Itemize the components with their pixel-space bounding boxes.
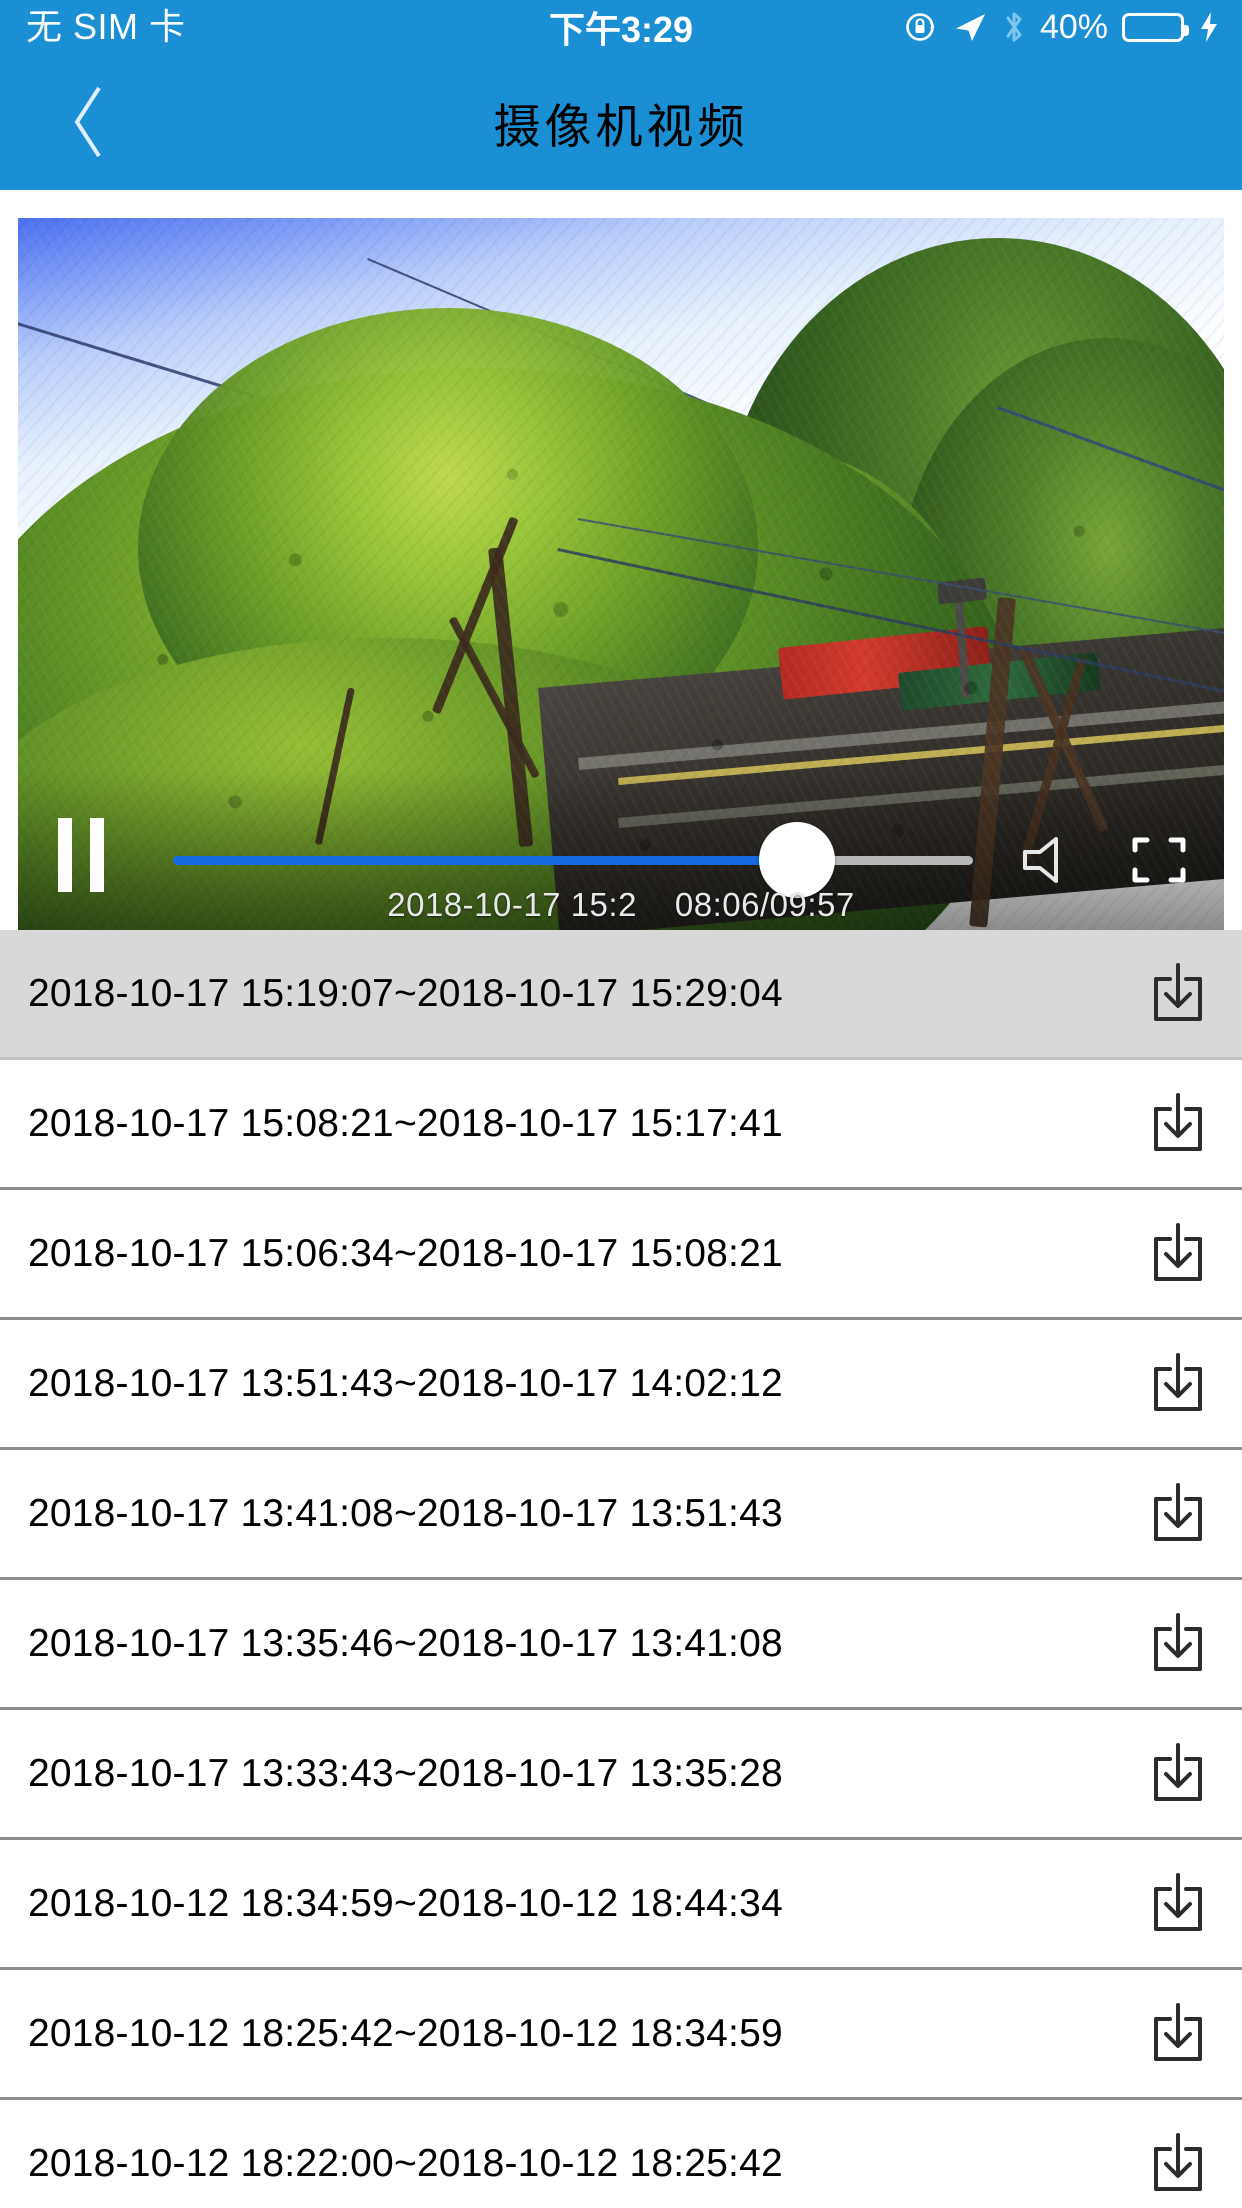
app-root: 无 SIM 卡 下午3:29 40% 摄像机视频 2018-10-17 15:2… <box>0 0 1242 2208</box>
download-icon <box>1154 962 1202 1021</box>
download-icon <box>1154 1222 1202 1281</box>
table-row[interactable]: 2018-10-17 15:19:07~2018-10-17 15:29:04 <box>0 930 1242 1060</box>
volume-button[interactable] <box>1020 834 1076 886</box>
charging-bolt-icon <box>1198 10 1220 44</box>
fullscreen-icon <box>1132 837 1186 883</box>
page-title: 摄像机视频 <box>493 99 749 153</box>
recording-time-range: 2018-10-17 15:19:07~2018-10-17 15:29:04 <box>28 971 783 1015</box>
download-button[interactable] <box>1146 1869 1210 1939</box>
table-row[interactable]: 2018-10-17 13:41:08~2018-10-17 13:51:43 <box>0 1450 1242 1580</box>
table-row[interactable]: 2018-10-12 18:25:42~2018-10-12 18:34:59 <box>0 1970 1242 2100</box>
download-button[interactable] <box>1146 1479 1210 1549</box>
recording-time-range: 2018-10-17 13:41:08~2018-10-17 13:51:43 <box>28 1491 783 1535</box>
download-button[interactable] <box>1146 1609 1210 1679</box>
video-player[interactable]: 2018-10-17 15:2 08:06/09:57 <box>18 218 1224 930</box>
download-button[interactable] <box>1146 1349 1210 1419</box>
download-button[interactable] <box>1146 1999 1210 2069</box>
seek-bar[interactable] <box>173 822 973 898</box>
download-icon <box>1154 1352 1202 1411</box>
video-timestamp-overlay: 2018-10-17 15:2 08:06/09:57 <box>18 886 1224 924</box>
volume-muted-icon <box>1023 837 1058 883</box>
battery-icon <box>1122 12 1189 42</box>
download-icon <box>1154 1742 1202 1801</box>
download-button[interactable] <box>1146 959 1210 1029</box>
table-row[interactable]: 2018-10-12 18:34:59~2018-10-12 18:44:34 <box>0 1840 1242 1970</box>
status-bar-right: 40% <box>904 8 1220 47</box>
download-button[interactable] <box>1146 2129 1210 2199</box>
player-controls: 2018-10-17 15:2 08:06/09:57 <box>18 790 1224 930</box>
table-row[interactable]: 2018-10-17 13:51:43~2018-10-17 14:02:12 <box>0 1320 1242 1450</box>
download-icon <box>1154 1872 1202 1931</box>
recording-time-range: 2018-10-12 18:22:00~2018-10-12 18:25:42 <box>28 2141 783 2185</box>
download-icon <box>1154 2002 1202 2061</box>
navigation-bar: 摄像机视频 <box>0 54 1242 190</box>
battery-percent-label: 40% <box>1039 7 1108 46</box>
recording-time-range: 2018-10-17 13:51:43~2018-10-17 14:02:12 <box>28 1361 783 1405</box>
download-button[interactable] <box>1146 1219 1210 1289</box>
table-row[interactable]: 2018-10-17 15:08:21~2018-10-17 15:17:41 <box>0 1060 1242 1190</box>
video-recording-time: 2018-10-17 15:2 <box>387 886 637 923</box>
recording-time-range: 2018-10-12 18:34:59~2018-10-12 18:44:34 <box>28 1881 783 1925</box>
bluetooth-icon <box>1002 9 1026 45</box>
recording-time-range: 2018-10-12 18:25:42~2018-10-12 18:34:59 <box>28 2011 783 2055</box>
seek-fill <box>173 856 797 865</box>
table-row[interactable]: 2018-10-12 18:22:00~2018-10-12 18:25:42 <box>0 2100 1242 2208</box>
recording-list[interactable]: 2018-10-17 15:19:07~2018-10-17 15:29:04 … <box>0 930 1242 2208</box>
recording-time-range: 2018-10-17 13:33:43~2018-10-17 13:35:28 <box>28 1751 783 1795</box>
fullscreen-button[interactable] <box>1131 834 1187 886</box>
rotation-lock-icon <box>904 10 938 44</box>
table-row[interactable]: 2018-10-17 13:33:43~2018-10-17 13:35:28 <box>0 1710 1242 1840</box>
download-button[interactable] <box>1146 1739 1210 1809</box>
pause-button[interactable] <box>58 818 114 892</box>
table-row[interactable]: 2018-10-17 13:35:46~2018-10-17 13:41:08 <box>0 1580 1242 1710</box>
status-bar: 无 SIM 卡 下午3:29 40% <box>0 0 1242 54</box>
recording-time-range: 2018-10-17 13:35:46~2018-10-17 13:41:08 <box>28 1621 783 1665</box>
download-icon <box>1154 1092 1202 1151</box>
download-icon <box>1154 1612 1202 1671</box>
pause-icon <box>58 818 72 892</box>
video-elapsed-duration: 08:06/09:57 <box>674 886 855 923</box>
download-button[interactable] <box>1146 1089 1210 1159</box>
recording-time-range: 2018-10-17 15:06:34~2018-10-17 15:08:21 <box>28 1231 783 1275</box>
recording-time-range: 2018-10-17 15:08:21~2018-10-17 15:17:41 <box>28 1101 783 1145</box>
download-icon <box>1154 2132 1202 2191</box>
table-row[interactable]: 2018-10-17 15:06:34~2018-10-17 15:08:21 <box>0 1190 1242 1320</box>
download-icon <box>1154 1482 1202 1541</box>
location-arrow-icon <box>952 10 988 44</box>
